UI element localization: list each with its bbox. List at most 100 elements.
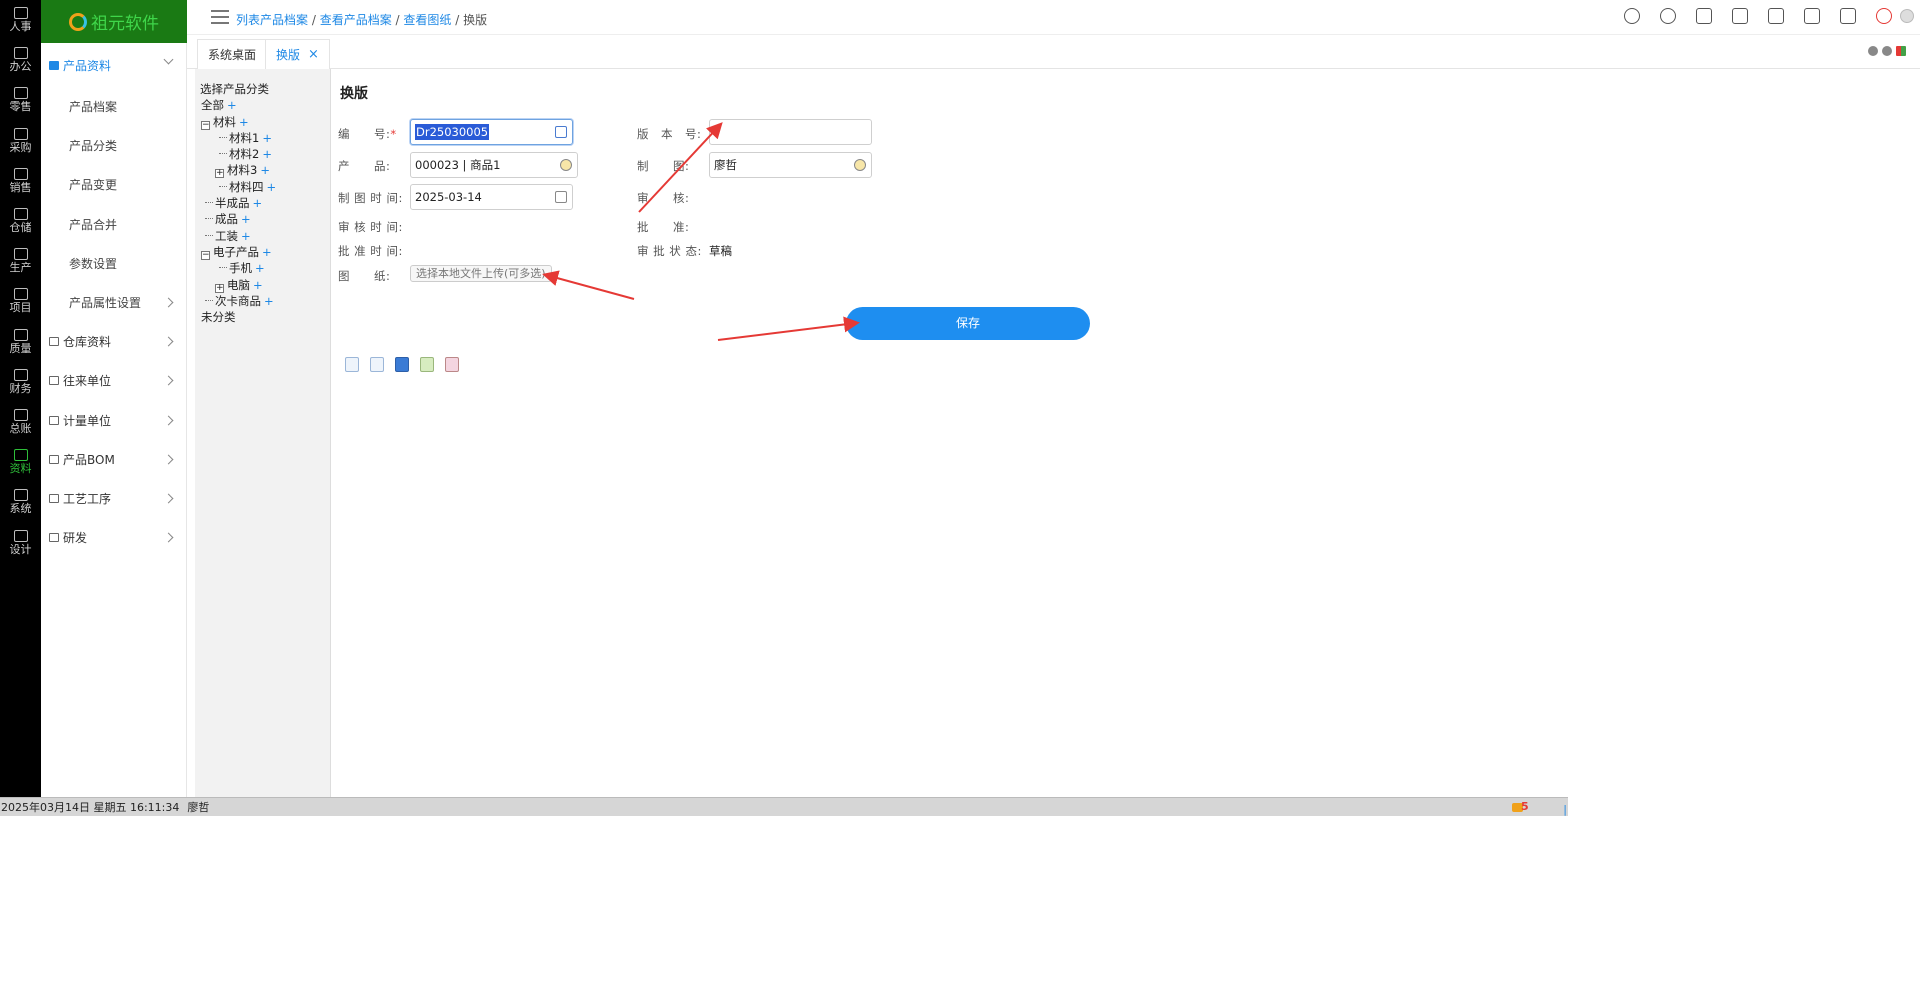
shirt-icon[interactable] [1696,8,1712,24]
menu-item-attribute-settings[interactable]: 产品属性设置 [41,283,186,322]
product-input[interactable]: 000023 | 商品1 [410,152,578,178]
rail-item[interactable]: 总账 [0,402,41,442]
palette-icon[interactable] [445,357,459,372]
save-button[interactable]: 保存 [846,307,1090,340]
font-icon[interactable] [1840,8,1856,24]
menu-group-partners[interactable]: 往来单位 [41,361,186,400]
add-icon[interactable]: + [241,212,251,226]
rail-item[interactable]: 质量 [0,322,41,362]
add-icon[interactable]: + [262,131,272,145]
menu-item-product-category[interactable]: 产品分类 [41,126,186,165]
menu-item-product-archive[interactable]: 产品档案 [41,87,186,126]
bom-icon [49,454,59,464]
rail-item[interactable]: 设计 [0,522,41,562]
help-icon[interactable] [1660,8,1676,24]
code-input[interactable]: Dr25030005 [410,119,573,145]
add-icon[interactable]: + [241,229,251,243]
tree-node[interactable]: 未分类 [195,309,331,325]
draw-time-label: 制 图 时 间: [338,191,403,205]
tree-node[interactable]: 材料1 + [195,130,331,146]
arrow-left-icon[interactable] [1868,46,1878,56]
add-icon[interactable]: + [262,147,272,161]
menu-toggle-icon[interactable] [211,10,229,24]
shield-icon [13,328,28,341]
tree-node[interactable]: 材料2 + [195,146,331,162]
upload-button[interactable]: 选择本地文件上传(可多选) [410,265,552,282]
menu-item-product-merge[interactable]: 产品合并 [41,205,186,244]
rail-item[interactable]: 生产 [0,241,41,281]
tree-node[interactable]: 全部 + [195,97,331,113]
rail-item[interactable]: 办公 [0,40,41,80]
add-icon[interactable]: + [239,115,249,129]
rail-item[interactable]: 零售 [0,80,41,120]
refresh-icon[interactable] [555,126,567,138]
add-icon[interactable]: + [260,163,270,177]
menu-group-warehouse[interactable]: 仓库资料 [41,322,186,361]
edit-image-icon[interactable] [420,357,434,372]
collapse-icon[interactable]: − [201,120,210,130]
avatar[interactable] [1900,9,1914,23]
add-icon[interactable]: + [253,196,263,210]
tree-node[interactable]: − 电子产品 + [195,244,331,260]
add-icon[interactable]: + [253,278,263,292]
monitor-icon[interactable] [1732,8,1748,24]
version-input[interactable] [709,119,872,145]
tree-node[interactable]: + 材料3 + [195,162,331,179]
add-icon[interactable]: + [255,261,265,275]
rail-item[interactable]: 人事 [0,0,41,40]
expand-icon[interactable]: + [215,283,224,293]
maker-input[interactable]: 廖哲 [709,152,872,178]
search-icon[interactable] [560,159,572,171]
menu-item-label: 产品属性设置 [69,296,142,311]
breadcrumb-link[interactable]: 查看图纸 [403,13,451,27]
menu-group-units[interactable]: 计量单位 [41,401,186,440]
rail-item[interactable]: 财务 [0,362,41,402]
add-icon[interactable]: + [262,245,272,259]
close-icon[interactable]: × [308,47,319,62]
search-icon[interactable] [854,159,866,171]
add-icon[interactable]: + [264,294,274,308]
calendar-grid-icon[interactable] [395,357,409,372]
rail-item[interactable]: 项目 [0,281,41,321]
calendar-icon[interactable] [1804,8,1820,24]
menu-group-product[interactable]: 产品资料 [41,43,186,87]
breadcrumb-link[interactable]: 列表产品档案 [236,13,308,27]
tree-node[interactable]: 成品 + [195,211,331,227]
tree-node[interactable]: + 电脑 + [195,277,331,293]
form-panel: 换版 编 号:* Dr25030005 版 本 号: 产 品: 000023 |… [332,69,1920,797]
add-icon[interactable]: + [227,98,237,112]
menu-group-bom[interactable]: 产品BOM [41,440,186,479]
menu-item-parameter-settings[interactable]: 参数设置 [41,244,186,283]
menu-group-process[interactable]: 工艺工序 [41,479,186,518]
rail-item[interactable]: 采购 [0,121,41,161]
tab-desktop[interactable]: 系统桌面 [197,39,268,69]
windows-icon[interactable] [1896,46,1906,56]
rail-item[interactable]: 资料 [0,442,41,482]
menu-item-product-change[interactable]: 产品变更 [41,165,186,204]
message-indicator[interactable]: 5 [1512,800,1532,814]
breadcrumb-link[interactable]: 查看产品档案 [320,13,392,27]
arrow-right-icon[interactable] [1882,46,1892,56]
tab-change-version[interactable]: 换版 × [265,39,330,69]
tree-node[interactable]: 手机 + [195,260,331,276]
tree-node[interactable]: 工装 + [195,228,331,244]
add-icon[interactable]: + [267,180,277,194]
calendar-icon[interactable] [555,191,567,203]
page-icon[interactable] [370,357,384,372]
rail-item[interactable]: 系统 [0,482,41,522]
menu-group-rd[interactable]: 研发 [41,518,186,557]
collapse-icon[interactable]: − [201,250,210,260]
apps-icon[interactable] [1768,8,1784,24]
table-icon[interactable] [345,357,359,372]
rail-item[interactable]: 仓储 [0,201,41,241]
power-icon[interactable] [1876,8,1892,24]
tree-node[interactable]: 材料四 + [195,179,331,195]
expand-icon[interactable]: + [215,169,224,179]
cloud-icon[interactable] [1624,8,1640,24]
tab-nav [1864,46,1906,56]
tree-node[interactable]: 半成品 + [195,195,331,211]
tree-node[interactable]: − 材料 + [195,114,331,130]
tree-node[interactable]: 次卡商品 + [195,293,331,309]
rail-item[interactable]: 销售 [0,161,41,201]
draw-time-input[interactable]: 2025-03-14 [410,184,573,210]
